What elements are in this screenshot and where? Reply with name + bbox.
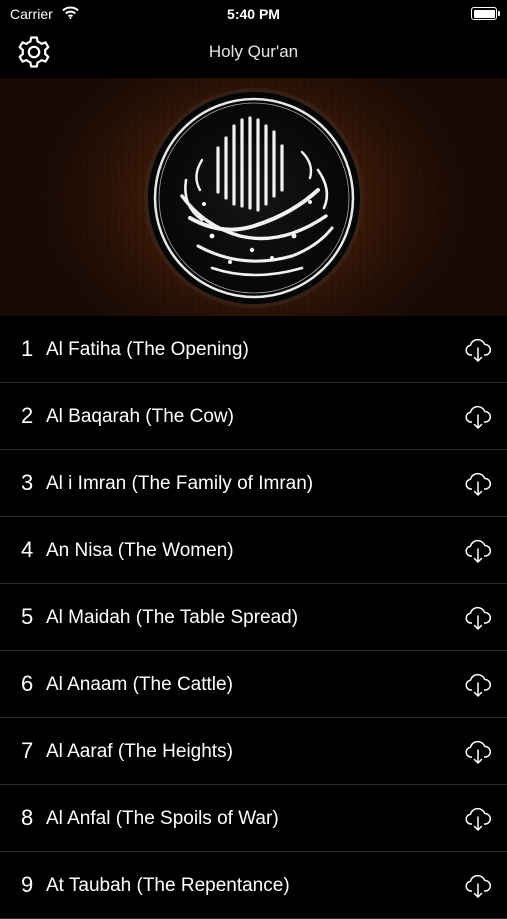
surah-title: Al Fatiha (The Opening) xyxy=(46,339,249,360)
cloud-download-icon[interactable] xyxy=(463,870,493,900)
surah-number: 2 xyxy=(21,403,34,428)
cloud-download-icon[interactable] xyxy=(463,736,493,766)
cloud-download-icon[interactable] xyxy=(463,401,493,431)
surah-number: 8 xyxy=(21,805,34,830)
gear-icon[interactable] xyxy=(16,34,52,70)
battery-icon xyxy=(471,7,500,20)
surah-title: Al Aaraf (The Heights) xyxy=(46,741,233,762)
status-time: 5:40 PM xyxy=(227,6,280,22)
cloud-download-icon[interactable] xyxy=(463,803,493,833)
surah-list: 1 Al Fatiha (The Opening) 2 Al Baqarah (… xyxy=(0,316,507,919)
surah-title: An Nisa (The Women) xyxy=(46,540,234,561)
surah-number: 7 xyxy=(21,738,34,763)
surah-title: Al Anfal (The Spoils of War) xyxy=(46,808,279,829)
cloud-download-icon[interactable] xyxy=(463,334,493,364)
bismillah-calligraphy-emblem xyxy=(144,88,364,308)
cloud-download-icon[interactable] xyxy=(463,669,493,699)
surah-row[interactable]: 3 Al i Imran (The Family of Imran) xyxy=(0,450,507,517)
surah-title: Al Maidah (The Table Spread) xyxy=(46,607,299,628)
surah-row[interactable]: 9 At Taubah (The Repentance) xyxy=(0,852,507,919)
surah-number: 4 xyxy=(21,537,34,562)
surah-row[interactable]: 4 An Nisa (The Women) xyxy=(0,517,507,584)
page-title: Holy Qur'an xyxy=(208,42,299,61)
surah-number: 6 xyxy=(21,671,34,696)
surah-row[interactable]: 7 Al Aaraf (The Heights) xyxy=(0,718,507,785)
surah-number: 3 xyxy=(21,470,34,495)
surah-title: Al i Imran (The Family of Imran) xyxy=(46,473,314,494)
cloud-download-icon[interactable] xyxy=(463,602,493,632)
navigation-bar: Holy Qur'an xyxy=(0,28,507,78)
surah-row[interactable]: 1 Al Fatiha (The Opening) xyxy=(0,316,507,383)
surah-row[interactable]: 2 Al Baqarah (The Cow) xyxy=(0,383,507,450)
surah-row[interactable]: 6 Al Anaam (The Cattle) xyxy=(0,651,507,718)
surah-title: Al Anaam (The Cattle) xyxy=(46,674,233,695)
surah-row[interactable]: 8 Al Anfal (The Spoils of War) xyxy=(0,785,507,852)
surah-number: 1 xyxy=(21,336,34,361)
cloud-download-icon[interactable] xyxy=(463,468,493,498)
surah-number: 5 xyxy=(21,604,34,629)
surah-number: 9 xyxy=(21,872,34,897)
cloud-download-icon[interactable] xyxy=(463,535,493,565)
status-bar: Carrier 5:40 PM xyxy=(0,0,507,28)
surah-row[interactable]: 5 Al Maidah (The Table Spread) xyxy=(0,584,507,651)
surah-title: At Taubah (The Repentance) xyxy=(46,875,290,896)
surah-title: Al Baqarah (The Cow) xyxy=(46,406,234,427)
bismillah-banner xyxy=(0,78,507,316)
